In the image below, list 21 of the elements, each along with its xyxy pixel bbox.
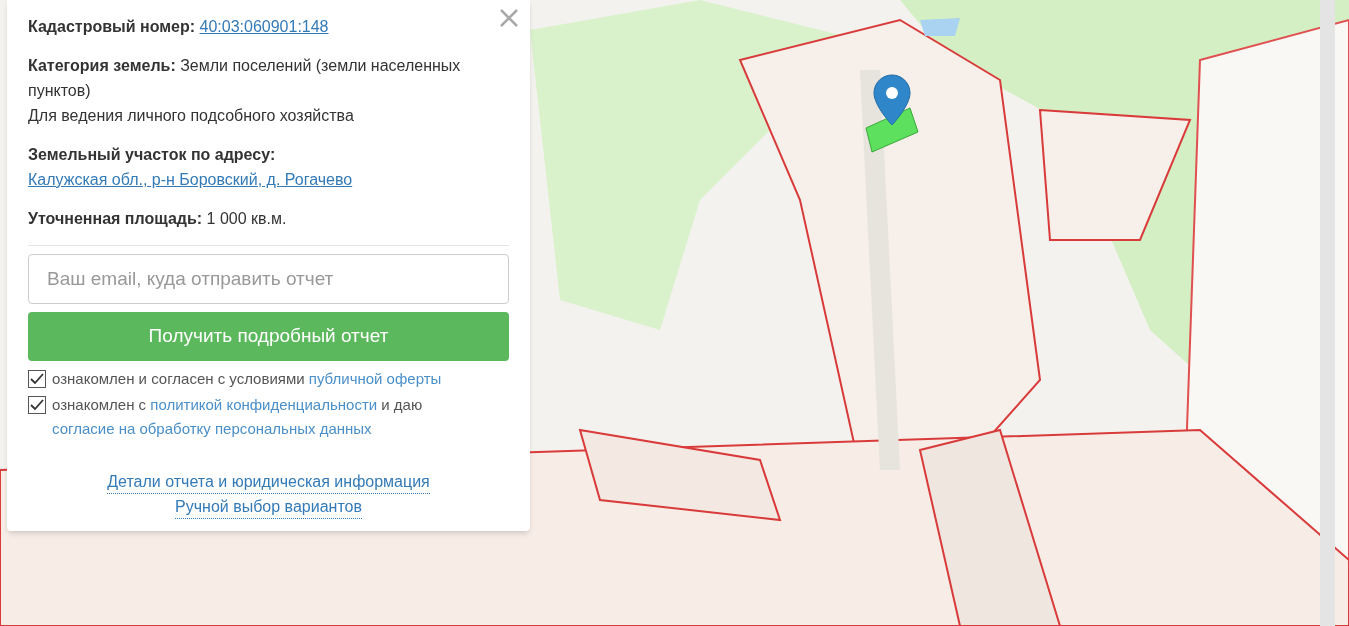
consent-checkbox[interactable] [28,396,46,414]
email-field[interactable]: Ваш email, куда отправить отчет [28,254,509,304]
check-icon [30,399,44,411]
field-text: Уточненная площадь: 1 000 кв.м. [28,209,288,229]
consent-text: ознакомлен с политикой конфиденциальности и даю согласие на обработку персональных данных [52,395,424,439]
field-link[interactable]: Калужская обл., р-н Боровский, д. Рогачево [28,171,353,188]
info-link[interactable]: Детали отчета и юридическая информация [107,471,430,494]
field-text: Кадастровый номер: 40:03:060901:148 [28,17,330,37]
check-icon [30,373,44,385]
field-link[interactable]: 40:03:060901:148 [199,18,329,35]
consent-link[interactable]: согласие на обработку персональных данных [52,420,372,437]
consent-link[interactable]: политикой конфиденциальности [150,396,378,413]
info-link[interactable]: Ручной выбор вариантов [175,496,362,519]
field-note: Для ведения личного подсобного хозяйства [28,106,355,126]
field-text: Категория земель: Земли поселений (земли населенных пунктов) [28,56,462,101]
consent-checkbox[interactable] [28,370,46,388]
submit-button[interactable]: Получить подробный отчет [28,312,509,361]
map-pin-icon [873,74,911,126]
consent-link[interactable]: публичной оферты [308,370,442,387]
consent-text: ознакомлен и согласен с условиями публичной оферты [52,369,442,389]
field-text: Земельный участок по адресу: Калужская обл., р-н Боровский, д. Рогачево [28,145,354,190]
